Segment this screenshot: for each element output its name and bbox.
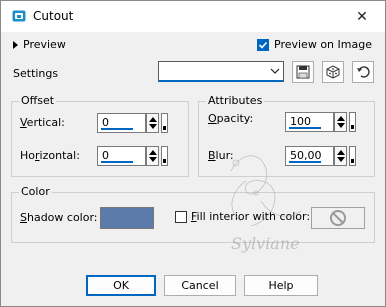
checkbox-box (175, 210, 187, 223)
close-button[interactable]: ✕ (339, 1, 385, 32)
fill-interior-label: Fill interior with color: (191, 210, 311, 223)
blur-input[interactable]: 50,00 (285, 146, 334, 166)
opacity-spin-arrows[interactable] (334, 112, 347, 132)
blur-spinner[interactable]: 50,00 (285, 146, 356, 166)
opacity-spinner[interactable]: 100 (285, 112, 356, 132)
blur-spin-arrows[interactable] (334, 146, 347, 166)
preview-toggle[interactable]: Preview (13, 38, 66, 51)
opacity-slider-handle[interactable] (349, 112, 356, 132)
shadow-color-swatch[interactable] (100, 207, 154, 229)
save-preset-button[interactable] (292, 61, 314, 83)
horizontal-spinner[interactable]: 0 (97, 146, 168, 166)
ok-button[interactable]: OK (86, 275, 156, 296)
vertical-spin-arrows[interactable] (146, 113, 159, 133)
vertical-slider-handle[interactable] (161, 113, 168, 133)
preview-on-image-checkbox[interactable]: Preview on Image (257, 38, 372, 51)
color-group-title: Color (19, 185, 52, 198)
horizontal-slider-handle[interactable] (161, 146, 168, 166)
reset-icon (357, 66, 370, 78)
randomize-button[interactable] (322, 61, 344, 83)
preview-on-image-label: Preview on Image (274, 38, 372, 51)
vertical-input[interactable]: 0 (97, 113, 146, 133)
preview-toggle-label: Preview (23, 38, 66, 51)
help-button[interactable]: Help (244, 275, 318, 296)
blur-label: Blur: (208, 149, 234, 162)
vertical-spinner[interactable]: 0 (97, 113, 168, 133)
horizontal-spin-arrows[interactable] (146, 146, 159, 166)
save-preset-icon (296, 65, 310, 79)
close-icon: ✕ (356, 8, 368, 25)
fill-interior-checkbox[interactable]: Fill interior with color: (175, 210, 310, 223)
attributes-group-title: Attributes (206, 94, 265, 107)
cutout-dialog: Cutout ✕ Preview Preview on Image Settin… (0, 0, 386, 307)
window-title: Cutout (33, 9, 74, 23)
settings-preset-combo[interactable] (158, 61, 284, 82)
horizontal-label: Horizontal: (20, 149, 80, 162)
opacity-input[interactable]: 100 (285, 112, 334, 132)
fill-interior-color-swatch[interactable] (311, 207, 365, 229)
reset-button[interactable] (352, 61, 374, 83)
randomize-dice-icon (326, 65, 340, 79)
expand-triangle-icon (13, 40, 18, 49)
horizontal-input[interactable]: 0 (97, 146, 146, 166)
none-icon (330, 210, 346, 226)
settings-label: Settings (13, 67, 59, 80)
opacity-label: Opacity: (208, 112, 254, 125)
checkmark-icon (257, 38, 269, 51)
blur-slider-handle[interactable] (349, 146, 356, 166)
cutout-app-icon (12, 10, 26, 22)
chevron-down-icon (270, 68, 280, 74)
title-bar: Cutout ✕ (1, 1, 385, 32)
vertical-label: Vertical: (20, 116, 65, 129)
cancel-button[interactable]: Cancel (164, 275, 236, 296)
offset-group-title: Offset (19, 94, 57, 107)
shadow-color-label: Shadow color: (20, 211, 98, 224)
